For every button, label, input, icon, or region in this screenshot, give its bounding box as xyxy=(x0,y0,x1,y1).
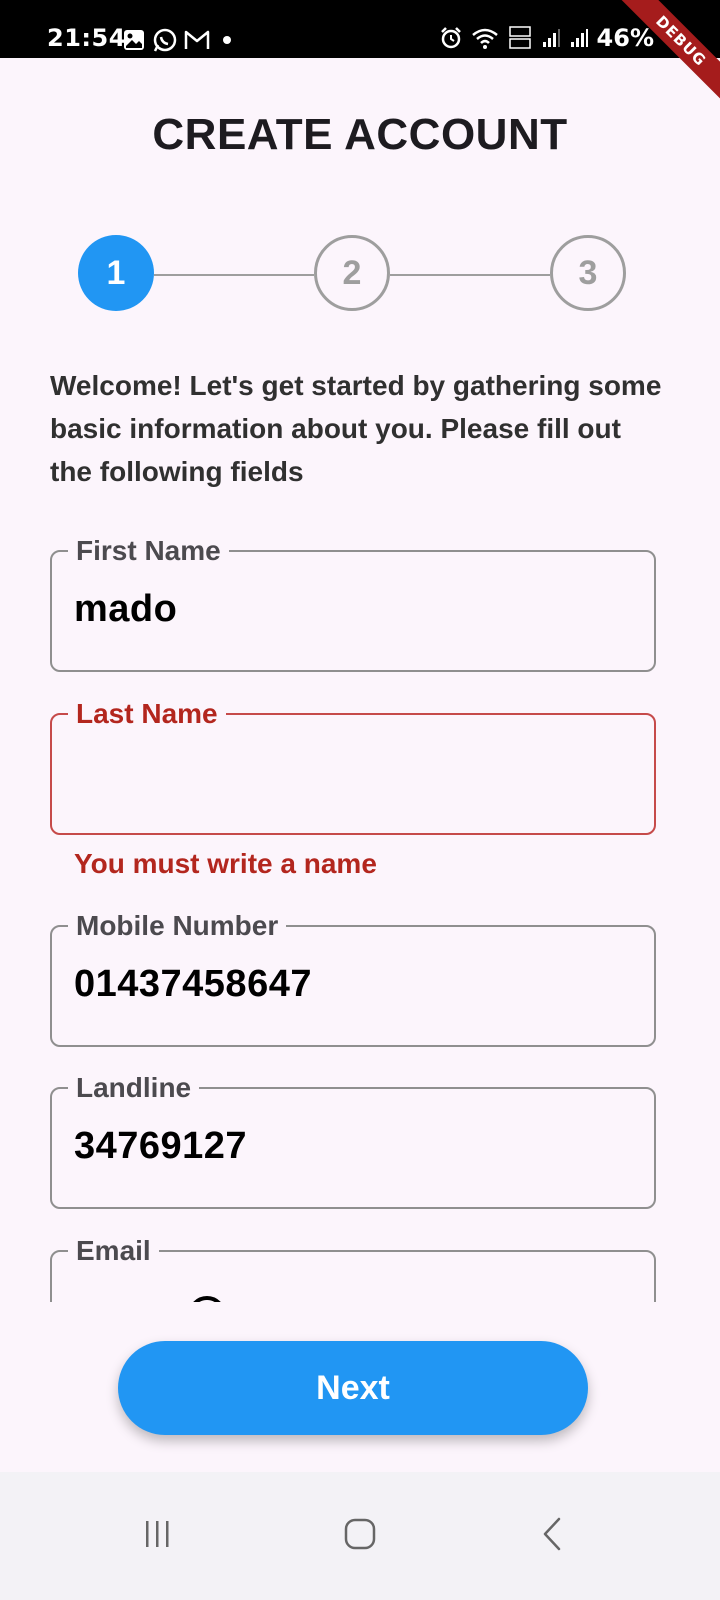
back-button[interactable] xyxy=(518,1502,588,1566)
landline-label: Landline xyxy=(68,1071,200,1105)
email-field[interactable]: Email xyxy=(50,1234,656,1302)
last-name-label: Last Name xyxy=(68,697,226,731)
volte-icon xyxy=(508,26,531,49)
recents-button[interactable] xyxy=(122,1502,192,1566)
step-connector xyxy=(390,274,550,276)
first-name-label: First Name xyxy=(68,534,229,568)
step-connector xyxy=(154,274,314,276)
battery-level: 46% xyxy=(596,24,654,52)
step-3[interactable]: 3 xyxy=(550,235,626,311)
last-name-error: You must write a name xyxy=(74,848,377,879)
email-label: Email xyxy=(68,1234,159,1268)
first-name-field[interactable]: First Name mado xyxy=(50,534,656,672)
page-title: CREATE ACCOUNT xyxy=(152,110,568,159)
status-bar: 21:54 46% xyxy=(0,0,720,58)
next-button[interactable]: Next xyxy=(118,1341,588,1435)
landline-field[interactable]: Landline 34769127 xyxy=(50,1071,656,1209)
system-nav-bar xyxy=(0,1472,720,1600)
step-2[interactable]: 2 xyxy=(314,235,390,311)
step-1[interactable]: 1 xyxy=(78,235,154,311)
mobile-number-field[interactable]: Mobile Number 01437458647 xyxy=(50,909,656,1047)
whatsapp-icon xyxy=(153,28,177,52)
dot-icon xyxy=(223,36,231,44)
status-time: 21:54 xyxy=(47,24,126,52)
notification-icons xyxy=(122,27,234,53)
home-button[interactable] xyxy=(325,1502,395,1566)
landline-value: 34769127 xyxy=(74,1125,248,1167)
home-icon xyxy=(344,1518,376,1550)
first-name-value: mado xyxy=(74,588,178,630)
alarm-icon xyxy=(440,27,461,49)
signal-icon xyxy=(570,29,588,47)
gallery-icon xyxy=(124,30,144,50)
back-icon xyxy=(543,1517,561,1551)
mobile-number-value: 01437458647 xyxy=(74,963,312,1005)
system-status-icons: 46% xyxy=(439,24,654,52)
gmail-icon xyxy=(184,30,210,49)
form-scroll-area[interactable]: First Name mado Last Name You must write… xyxy=(0,520,720,1302)
intro-text: Welcome! Let's get started by gathering … xyxy=(50,370,662,487)
email-cursor-glyph xyxy=(188,1296,226,1302)
mobile-number-label: Mobile Number xyxy=(68,909,287,943)
recents-icon xyxy=(146,1521,169,1547)
stepper: 1 2 3 xyxy=(78,235,640,315)
last-name-field[interactable]: Last Name xyxy=(50,697,656,835)
signal-icon xyxy=(542,29,560,47)
wifi-icon xyxy=(471,28,498,49)
